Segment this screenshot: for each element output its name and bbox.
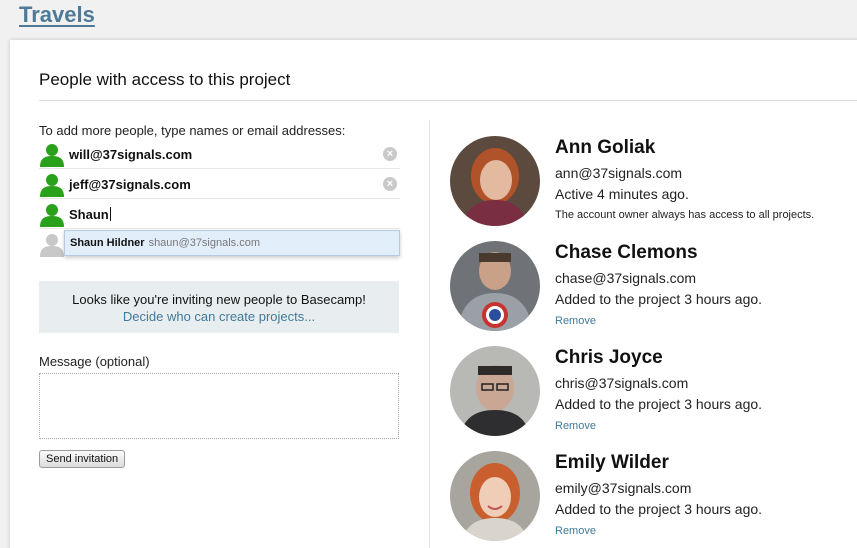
remove-invitee-icon[interactable]: × [383,147,397,161]
invitee-input-row[interactable]: Shaun [39,200,400,229]
invitee-row: jeff@37signals.com × [39,170,400,199]
invitee-text: will@37signals.com [69,147,193,162]
owner-note: The account owner always has access to a… [555,209,815,221]
send-invitation-button[interactable]: Send invitation [39,450,126,468]
person-icon [40,174,64,197]
message-field[interactable] [39,373,399,439]
avatar [450,241,540,331]
create-projects-link[interactable]: Decide who can create projects... [123,309,315,324]
title-divider [39,100,857,101]
autocomplete-suggestion[interactable]: Shaun Hildner shaun@37signals.com [64,230,400,256]
member-card: Ann Goliak ann@37signals.com Active 4 mi… [450,136,850,231]
new-people-notice: Looks like you're inviting new people to… [39,281,399,333]
panel-title: People with access to this project [39,70,291,89]
person-icon [40,204,64,227]
member-email: emily@37signals.com [555,480,692,496]
message-label: Message (optional) [39,354,150,369]
member-name: Chris Joyce [555,347,663,368]
notice-text: Looks like you're inviting new people to… [72,292,366,307]
add-people-instructions: To add more people, type names or email … [39,123,346,138]
invitee-input[interactable]: Shaun [69,207,111,222]
member-status: Added to the project 3 hours ago. [555,501,763,517]
suggestion-name: Shaun Hildner [70,237,145,249]
member-status: Active 4 minutes ago. [555,186,689,202]
column-divider [429,120,430,548]
member-email: ann@37signals.com [555,165,683,181]
member-card: Emily Wilder emily@37signals.com Added t… [450,451,850,546]
remove-invitee-icon[interactable]: × [383,177,397,191]
member-email: chase@37signals.com [555,270,697,286]
member-card: Chase Clemons chase@37signals.com Added … [450,241,850,336]
member-status: Added to the project 3 hours ago. [555,396,763,412]
project-title-link[interactable]: Travels [19,2,95,28]
invitee-row: will@37signals.com × [39,140,400,169]
member-name: Ann Goliak [555,137,656,158]
member-name: Chase Clemons [555,242,698,263]
suggestion-email: shaun@37signals.com [148,237,261,249]
remove-member-link[interactable]: Remove [555,315,596,327]
invitee-text: jeff@37signals.com [69,177,191,192]
avatar [450,346,540,436]
member-email: chris@37signals.com [555,375,689,391]
text-caret [109,207,111,221]
remove-member-link[interactable]: Remove [555,420,596,432]
avatar [450,451,540,541]
person-icon [40,144,64,167]
person-icon [40,234,64,257]
remove-member-link[interactable]: Remove [555,525,596,537]
member-name: Emily Wilder [555,452,669,473]
avatar [450,136,540,226]
member-status: Added to the project 3 hours ago. [555,291,763,307]
member-card: Chris Joyce chris@37signals.com Added to… [450,346,850,441]
